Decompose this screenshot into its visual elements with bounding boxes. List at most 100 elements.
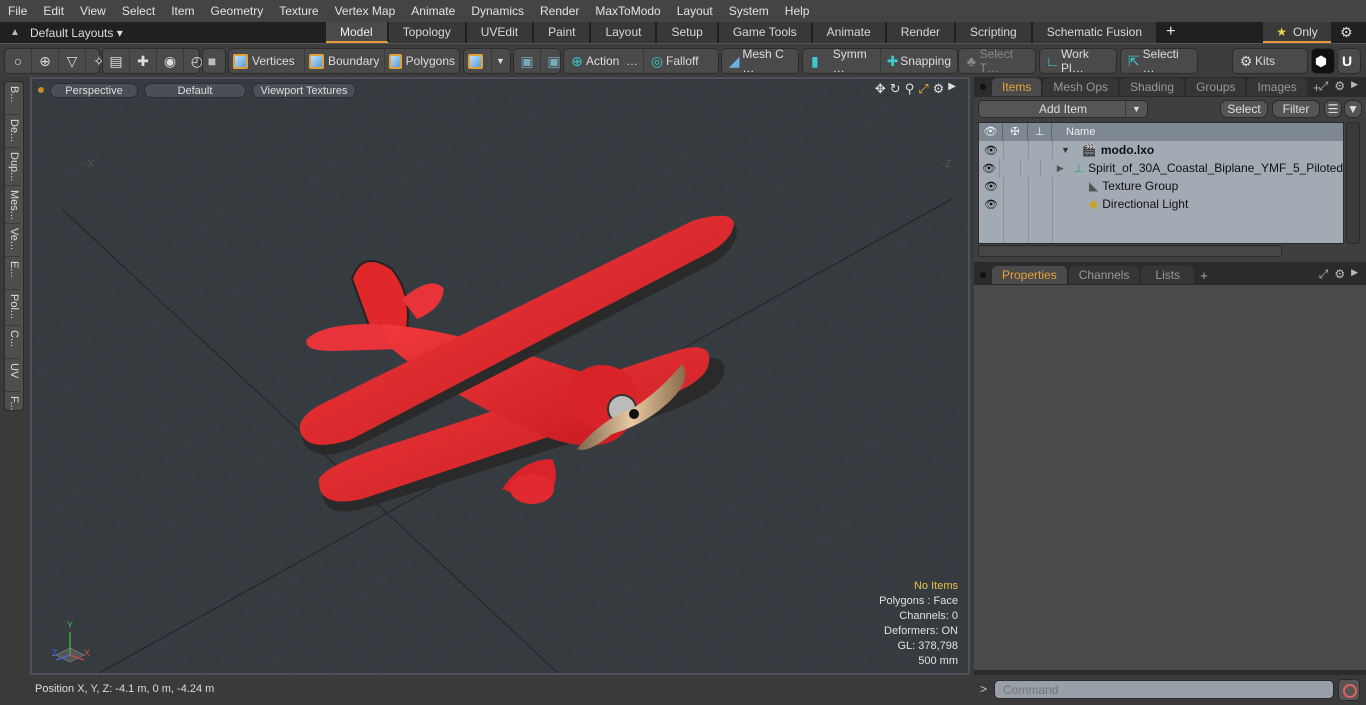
menu-render[interactable]: Render — [532, 0, 587, 22]
tab-uvedit[interactable]: UVEdit — [466, 22, 535, 43]
gear-icon[interactable]: ⚙ — [1340, 24, 1353, 41]
align-icon[interactable]: ▤ — [103, 49, 130, 73]
only-tab[interactable]: ★ Only — [1263, 22, 1331, 43]
eye-icon[interactable]: 👁 — [979, 180, 1003, 193]
tab-layout[interactable]: Layout — [591, 22, 658, 43]
zoom-icon[interactable]: ⚲ — [905, 81, 915, 97]
funnel-filter-icon[interactable]: ▼ — [1344, 100, 1362, 118]
menu-maxtomodo[interactable]: MaxToModo — [587, 0, 668, 22]
menu-help[interactable]: Help — [777, 0, 818, 22]
tab-animate[interactable]: Animate — [812, 22, 887, 43]
tab-items[interactable]: Items — [992, 78, 1042, 96]
left-tool-bevel[interactable]: B... — [5, 82, 20, 115]
add-properties-tab-button[interactable]: + — [1196, 268, 1212, 283]
items-vertical-scrollbar[interactable] — [1346, 122, 1360, 244]
falloff-button[interactable]: ◎ Falloff — [644, 49, 716, 73]
snapping-button[interactable]: ✚ Snapping — [881, 49, 955, 73]
tree-row-mesh[interactable]: 👁 ▶ ⊥ Spirit_of_30A_Coastal_Biplane_YMF_5_… — [979, 159, 1343, 177]
work-plane-button[interactable]: ∟ Work Pl… — [1039, 47, 1117, 75]
left-tool-uv[interactable]: UV — [5, 359, 20, 392]
expand-arrow-icon[interactable]: ▶ — [1057, 159, 1064, 177]
tab-game-tools[interactable]: Game Tools — [718, 22, 813, 43]
maximize-properties-icon[interactable]: ⤢ — [1319, 267, 1329, 282]
tab-render[interactable]: Render — [886, 22, 957, 43]
viewport-gear-icon[interactable]: ⚙ — [933, 81, 945, 97]
eye-icon[interactable]: 👁 — [979, 162, 999, 175]
view-mode-button[interactable]: Perspective — [50, 82, 138, 98]
left-tool-duplicate[interactable]: Dup... — [5, 148, 20, 186]
menu-view[interactable]: View — [72, 0, 114, 22]
tab-topology[interactable]: Topology — [388, 22, 467, 43]
tab-images[interactable]: Images — [1247, 78, 1307, 96]
globe-icon[interactable]: ⊕ — [32, 49, 59, 73]
command-input[interactable] — [994, 680, 1334, 699]
uv-cross-icon[interactable]: ✚ — [130, 49, 157, 73]
eye-icon[interactable]: 👁 — [979, 198, 1003, 211]
unreal-button[interactable]: U — [1337, 48, 1361, 74]
material-mode-button[interactable] — [464, 49, 492, 73]
circle-select-icon[interactable]: ○ — [5, 49, 32, 73]
mesh-constraint-button[interactable]: ◢ Mesh C … — [721, 47, 799, 75]
tab-scripting[interactable]: Scripting — [956, 22, 1033, 43]
pan-icon[interactable]: ✥ — [875, 81, 886, 97]
collapse-up-icon[interactable]: ▲ — [0, 27, 30, 38]
left-tool-polygon[interactable]: Pol... — [5, 290, 20, 326]
list-options-icon[interactable]: ☰ — [1324, 100, 1342, 118]
properties-gear-icon[interactable]: ⚙ — [1334, 267, 1345, 282]
properties-menu-dot[interactable] — [980, 272, 986, 278]
default-layouts-dropdown[interactable]: Default Layouts ▾ — [30, 26, 330, 40]
tab-channels[interactable]: Channels — [1068, 266, 1140, 284]
panel-gear-icon[interactable]: ⚙ — [1334, 79, 1345, 94]
properties-arrow-icon[interactable]: ▶ — [1351, 267, 1358, 282]
pivot-icon[interactable]: ▣ — [514, 49, 541, 73]
maximize-icon[interactable]: ⤢ — [918, 81, 928, 97]
menu-system[interactable]: System — [721, 0, 777, 22]
tab-properties[interactable]: Properties — [992, 266, 1067, 284]
menu-animate[interactable]: Animate — [403, 0, 463, 22]
menu-texture[interactable]: Texture — [271, 0, 326, 22]
lock-column-icon[interactable]: ✠ — [1003, 123, 1028, 141]
selection-sets-button[interactable]: ⇱ Selecti … — [1120, 47, 1198, 75]
material-mode-dropdown[interactable]: ▼ — [492, 49, 509, 73]
items-horizontal-scrollbar[interactable] — [978, 245, 1282, 257]
menu-dynamics[interactable]: Dynamics — [463, 0, 532, 22]
rotate-icon[interactable]: ↻ — [890, 81, 901, 97]
menu-file[interactable]: File — [0, 0, 35, 22]
collapse-arrow-icon[interactable]: ▼ — [1061, 141, 1070, 159]
left-tool-fusion[interactable]: F... — [5, 392, 20, 425]
visibility-column-icon[interactable]: 👁 — [979, 123, 1003, 141]
polygons-button[interactable]: Polygons — [385, 49, 459, 73]
expand-arrow-icon[interactable]: ▶ — [948, 81, 956, 97]
menu-edit[interactable]: Edit — [35, 0, 72, 22]
add-item-button[interactable]: Add Item ▼ — [978, 100, 1148, 118]
add-item-dropdown[interactable]: ▼ — [1125, 101, 1147, 117]
unity-button[interactable]: ⬢ — [1311, 48, 1335, 74]
tab-lists[interactable]: Lists — [1141, 266, 1195, 284]
left-tool-mesh-edit[interactable]: Mes... — [5, 186, 20, 224]
left-tool-curve[interactable]: C... — [5, 326, 20, 359]
select-button[interactable]: Select — [1220, 100, 1268, 118]
vertices-button[interactable]: Vertices — [229, 49, 305, 73]
menu-geometry[interactable]: Geometry — [203, 0, 272, 22]
menu-vertex-map[interactable]: Vertex Map — [327, 0, 404, 22]
viewport-menu-dot[interactable] — [38, 87, 44, 93]
name-column-header[interactable]: Name — [1052, 123, 1095, 141]
menu-layout[interactable]: Layout — [669, 0, 721, 22]
left-tool-edge[interactable]: E... — [5, 257, 20, 290]
tab-paint[interactable]: Paint — [534, 22, 592, 43]
tab-mesh-ops[interactable]: Mesh Ops — [1043, 78, 1119, 96]
tab-groups[interactable]: Groups — [1186, 78, 1246, 96]
items-mode-button[interactable]: ■ — [202, 48, 226, 74]
tab-setup[interactable]: Setup — [657, 22, 719, 43]
panel-arrow-icon[interactable]: ▶ — [1351, 79, 1358, 94]
frame-icon[interactable]: ◉ — [157, 49, 184, 73]
boundary-button[interactable]: Boundary — [305, 49, 385, 73]
tree-row-scene[interactable]: 👁 ▼ 🎬 modo.lxo — [979, 141, 1343, 159]
pen-tool-icon[interactable]: ▽ — [59, 49, 86, 73]
record-macro-button[interactable] — [1338, 679, 1360, 701]
maximize-panel-icon[interactable]: ⤢ — [1319, 79, 1329, 94]
tab-model[interactable]: Model — [326, 22, 389, 43]
filter-button[interactable]: Filter — [1272, 100, 1320, 118]
tab-schematic-fusion[interactable]: Schematic Fusion — [1032, 22, 1159, 43]
3d-viewport[interactable]: Perspective Default Viewport Textures ✥ … — [30, 77, 970, 675]
